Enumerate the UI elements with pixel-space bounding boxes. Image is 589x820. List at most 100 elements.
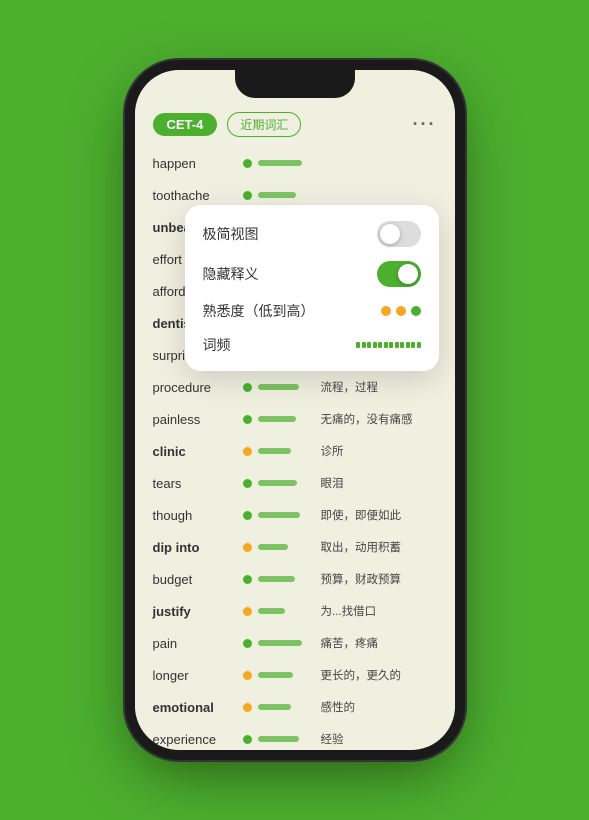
- word-meaning: 为...找借口: [321, 603, 437, 619]
- word-text: toothache: [153, 188, 243, 203]
- word-meaning: 流程，过程: [321, 379, 437, 395]
- word-dot: [243, 639, 252, 648]
- word-progress-wrap: [258, 512, 313, 518]
- word-row[interactable]: clinic 诊所: [135, 435, 455, 467]
- word-dot: [243, 703, 252, 712]
- word-progress-wrap: [258, 416, 313, 422]
- freq-seg-7: [389, 342, 393, 348]
- popup-label-familiarity: 熟悉度（低到高）: [203, 301, 315, 321]
- fam-dot-1: [381, 306, 391, 316]
- word-progress-wrap: [258, 480, 313, 486]
- word-dot: [243, 511, 252, 520]
- word-progress-bar: [258, 736, 299, 742]
- word-progress-bar: [258, 640, 302, 646]
- word-dot: [243, 607, 252, 616]
- word-dot: [243, 447, 252, 456]
- cet-tag[interactable]: CET-4: [153, 113, 218, 136]
- word-progress-bar: [258, 480, 298, 486]
- word-progress-bar: [258, 704, 291, 710]
- word-text: pain: [153, 636, 243, 651]
- word-text: dip into: [153, 540, 243, 555]
- freq-seg-4: [373, 342, 377, 348]
- freq-seg-8: [395, 342, 399, 348]
- word-row[interactable]: emotional 感性的: [135, 691, 455, 723]
- popup-label-freq: 词频: [203, 335, 231, 355]
- word-list: happentoothacheunbearableeffortaffordabl…: [135, 145, 455, 750]
- word-text: painless: [153, 412, 243, 427]
- word-progress-wrap: [258, 736, 313, 742]
- freq-seg-1: [356, 342, 360, 348]
- fam-dot-3: [411, 306, 421, 316]
- word-meaning: 经验: [321, 731, 437, 747]
- word-progress-wrap: [258, 672, 313, 678]
- freq-seg-11: [411, 342, 415, 348]
- word-row[interactable]: budget 预算，财政预算: [135, 563, 455, 595]
- word-dot: [243, 383, 252, 392]
- freq-seg-10: [406, 342, 410, 348]
- freq-seg-3: [367, 342, 371, 348]
- word-dot: [243, 191, 252, 200]
- popup-row-familiarity: 熟悉度（低到高）: [203, 301, 421, 321]
- freq-seg-2: [362, 342, 366, 348]
- word-text: budget: [153, 572, 243, 587]
- word-row[interactable]: experience经验: [135, 723, 455, 750]
- word-progress-bar: [258, 448, 291, 454]
- word-meaning: 即使，即便如此: [321, 507, 437, 523]
- word-progress-bar: [258, 416, 297, 422]
- popup-card: 极简视图 隐藏释义 熟悉度（低到高）: [185, 205, 439, 371]
- word-text: clinic: [153, 444, 243, 459]
- word-row[interactable]: tears眼泪: [135, 467, 455, 499]
- word-dot: [243, 479, 252, 488]
- word-meaning: 诊所: [321, 443, 437, 459]
- more-button[interactable]: ···: [413, 114, 437, 135]
- word-progress-wrap: [258, 640, 313, 646]
- word-dot: [243, 159, 252, 168]
- familiarity-dots: [381, 306, 421, 316]
- toggle-hide-meaning[interactable]: [377, 261, 421, 287]
- word-text: longer: [153, 668, 243, 683]
- word-text: though: [153, 508, 243, 523]
- word-row[interactable]: pain痛苦，疼痛: [135, 627, 455, 659]
- toggle-knob-2: [398, 264, 418, 284]
- header: CET-4 近期词汇 ···: [135, 102, 455, 145]
- toggle-simple-view[interactable]: [377, 221, 421, 247]
- freq-seg-9: [400, 342, 404, 348]
- popup-row-hide-meaning: 隐藏释义: [203, 261, 421, 287]
- word-meaning: 预算，财政预算: [321, 571, 437, 587]
- recent-tag[interactable]: 近期词汇: [227, 112, 301, 137]
- phone-frame: CET-4 近期词汇 ··· happentoothacheunbearable…: [135, 70, 455, 750]
- fam-dot-2: [396, 306, 406, 316]
- popup-row-simple-view: 极简视图: [203, 221, 421, 247]
- word-progress-bar: [258, 544, 288, 550]
- word-row[interactable]: justify 为...找借口: [135, 595, 455, 627]
- word-dot: [243, 671, 252, 680]
- word-progress-bar: [258, 192, 297, 198]
- word-text: justify: [153, 604, 243, 619]
- word-progress-wrap: [258, 576, 313, 582]
- word-progress-wrap: [258, 704, 313, 710]
- word-text: procedure: [153, 380, 243, 395]
- word-progress-bar: [258, 576, 295, 582]
- word-dot: [243, 543, 252, 552]
- word-progress-wrap: [258, 544, 313, 550]
- word-progress-bar: [258, 384, 299, 390]
- popup-row-frequency: 词频: [203, 335, 421, 355]
- word-progress-wrap: [258, 384, 313, 390]
- freq-seg-6: [384, 342, 388, 348]
- word-row[interactable]: longer更长的，更久的: [135, 659, 455, 691]
- word-progress-wrap: [258, 192, 313, 198]
- freq-seg-5: [378, 342, 382, 348]
- word-meaning: 感性的: [321, 699, 437, 715]
- word-row[interactable]: dip into取出，动用积蓄: [135, 531, 455, 563]
- word-row[interactable]: procedure 流程，过程: [135, 371, 455, 403]
- word-row[interactable]: though 即使，即便如此: [135, 499, 455, 531]
- word-text: happen: [153, 156, 243, 171]
- popup-label-hide: 隐藏释义: [203, 264, 259, 284]
- word-row[interactable]: painless无痛的，没有痛感: [135, 403, 455, 435]
- word-meaning: 眼泪: [321, 475, 437, 491]
- word-text: emotional: [153, 700, 243, 715]
- word-progress-wrap: [258, 448, 313, 454]
- word-row[interactable]: happen: [135, 147, 455, 179]
- word-dot: [243, 575, 252, 584]
- word-dot: [243, 415, 252, 424]
